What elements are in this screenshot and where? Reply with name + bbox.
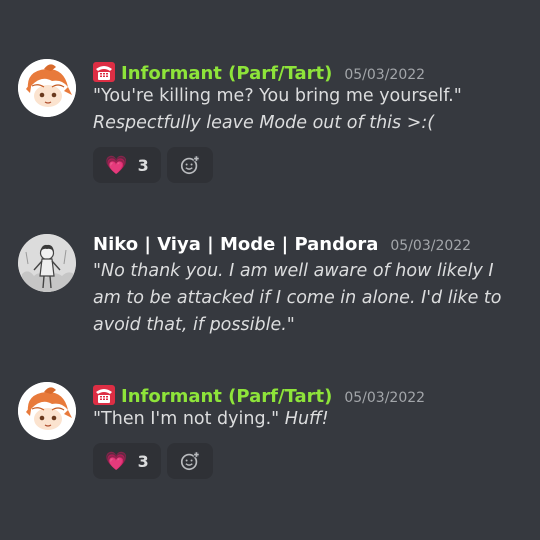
timestamp: 05/03/2022 [344,390,426,406]
username[interactable]: Informant (Parf/Tart) [121,386,332,407]
add-reaction-icon [180,155,200,175]
message-content: Informant (Parf/Tart) 05/03/2022 "Then I… [93,382,533,479]
avatar-informant[interactable] [18,382,76,440]
message-header: Informant (Parf/Tart) 05/03/2022 [93,382,533,407]
avatar-niko[interactable] [18,234,76,292]
message-header: Niko | Viya | Mode | Pandora 05/03/2022 [93,234,533,258]
reactions-bar: 💗 3 [93,147,533,183]
avatar-informant-image [18,382,76,440]
username[interactable]: Informant (Parf/Tart) [121,63,332,84]
message-action: Huff! [284,409,329,429]
message-text-line: "Then I'm not dying." Huff! [93,406,533,433]
avatar-informant-image [18,59,76,117]
telephone-icon [93,62,115,82]
add-reaction-icon [180,451,200,471]
avatar-informant[interactable] [18,59,76,117]
reaction-count: 3 [137,155,149,175]
heart-reaction[interactable]: 💗 3 [93,147,161,183]
avatar-niko-image [18,234,76,292]
heart-reaction[interactable]: 💗 3 [93,443,161,479]
message-text: "No thank you. I am well aware of how li… [93,261,502,335]
heart-icon: 💗 [105,450,128,472]
message-content: Informant (Parf/Tart) 05/03/2022 "You're… [93,59,533,183]
timestamp: 05/03/2022 [390,238,472,254]
username[interactable]: Niko | Viya | Mode | Pandora [93,234,378,255]
reaction-count: 3 [137,451,149,471]
message-content: Niko | Viya | Mode | Pandora 05/03/2022 … [93,234,533,339]
message-text-line-italic: Respectfully leave Mode out of this >:( [93,113,435,133]
timestamp: 05/03/2022 [344,67,426,83]
heart-icon: 💗 [105,154,128,176]
message-quote: "Then I'm not dying." [93,409,280,429]
reactions-bar: 💗 3 [93,443,533,479]
add-reaction-button[interactable] [167,147,213,183]
add-reaction-button[interactable] [167,443,213,479]
message-text-line: "You're killing me? You bring me yoursel… [93,86,462,106]
message-header: Informant (Parf/Tart) 05/03/2022 [93,59,533,84]
telephone-icon [93,385,115,405]
